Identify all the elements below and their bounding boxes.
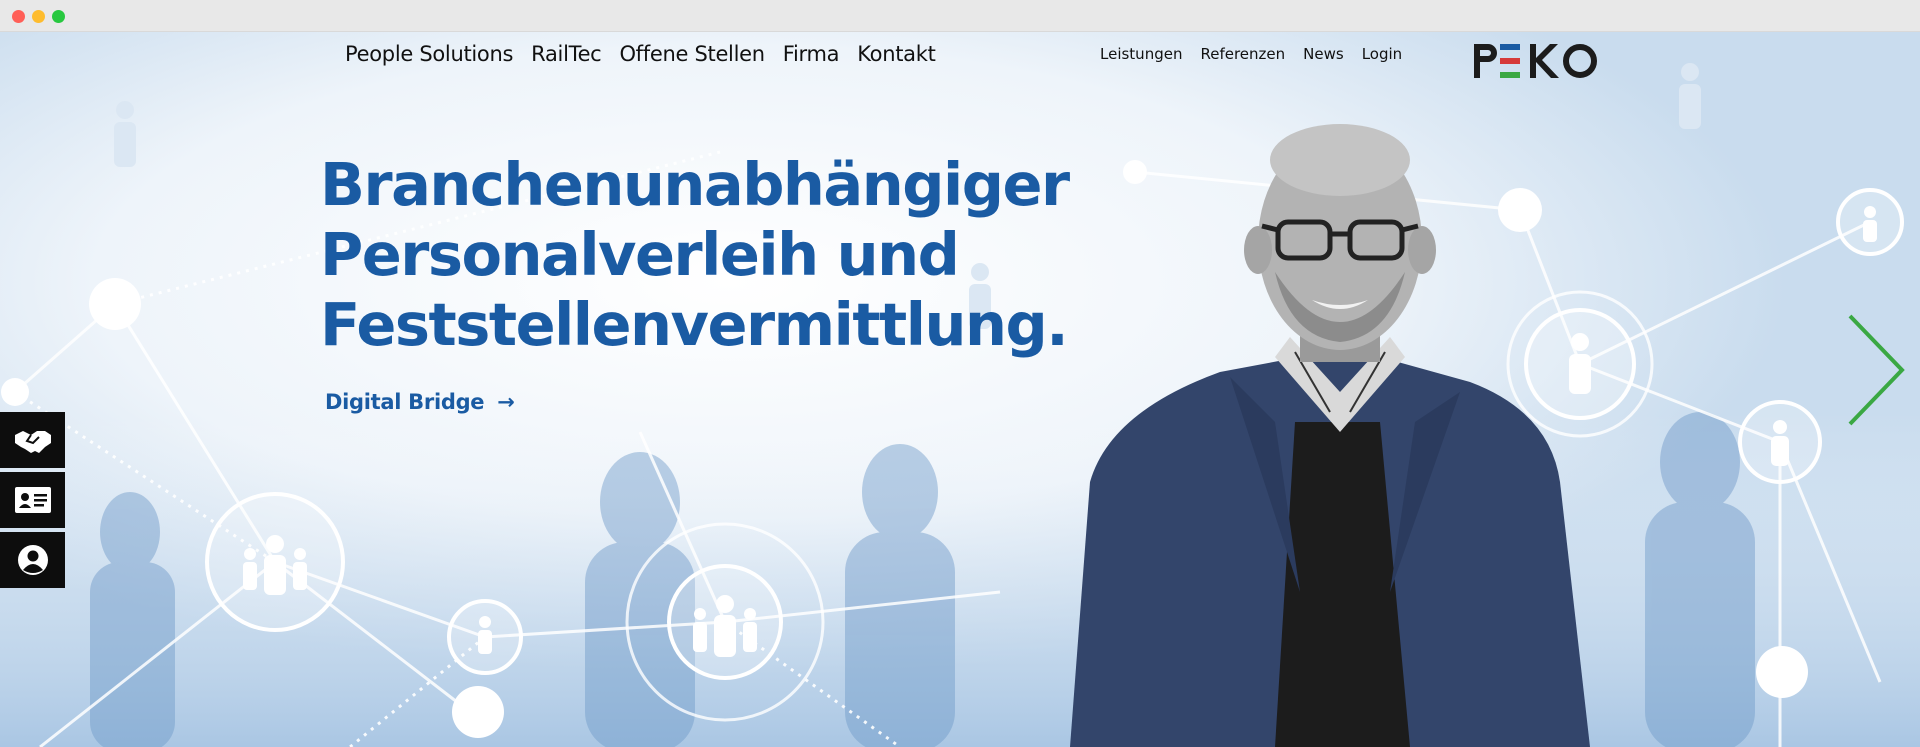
id-card-icon <box>14 487 51 513</box>
main-navigation: People Solutions RailTec Offene Stellen … <box>345 32 936 76</box>
nav-railtec[interactable]: RailTec <box>531 42 602 66</box>
window-close-button[interactable] <box>12 10 25 23</box>
nav-kontakt[interactable]: Kontakt <box>857 42 936 66</box>
hero-headline-line-2: Personalverleih und <box>320 220 960 289</box>
hero-headline: Branchenunabhängiger Personalverleih und… <box>320 150 1080 360</box>
hero-person-photo <box>1070 124 1590 747</box>
nav-news[interactable]: News <box>1303 45 1344 63</box>
side-button-partner[interactable] <box>0 412 65 468</box>
digital-bridge-link[interactable]: Digital Bridge → <box>325 390 515 414</box>
secondary-navigation: Leistungen Referenzen News Login <box>1100 32 1402 76</box>
hero-headline-line-3: Feststellenvermittlung. <box>320 290 1069 359</box>
nav-login[interactable]: Login <box>1362 45 1402 63</box>
side-button-contact-card[interactable] <box>0 472 65 528</box>
user-circle-icon <box>17 545 48 575</box>
peko-logo[interactable] <box>1470 38 1600 84</box>
nav-people-solutions[interactable]: People Solutions <box>345 42 513 66</box>
arrow-right-icon: → <box>497 390 515 414</box>
digital-bridge-link-label: Digital Bridge <box>325 390 485 414</box>
slider-next-arrow-icon[interactable] <box>1838 310 1910 430</box>
nav-offene-stellen[interactable]: Offene Stellen <box>619 42 765 66</box>
window-maximize-button[interactable] <box>52 10 65 23</box>
nav-leistungen[interactable]: Leistungen <box>1100 45 1182 63</box>
nav-referenzen[interactable]: Referenzen <box>1200 45 1285 63</box>
page-viewport: People Solutions RailTec Offene Stellen … <box>0 32 1920 747</box>
side-button-account[interactable] <box>0 532 65 588</box>
side-quick-bar <box>0 412 65 592</box>
hero-background-image <box>0 32 1920 747</box>
handshake-icon <box>14 431 51 453</box>
hero-headline-line-1: Branchenunabhängiger <box>320 150 1070 219</box>
browser-chrome <box>0 0 1920 32</box>
window-minimize-button[interactable] <box>32 10 45 23</box>
nav-firma[interactable]: Firma <box>783 42 840 66</box>
